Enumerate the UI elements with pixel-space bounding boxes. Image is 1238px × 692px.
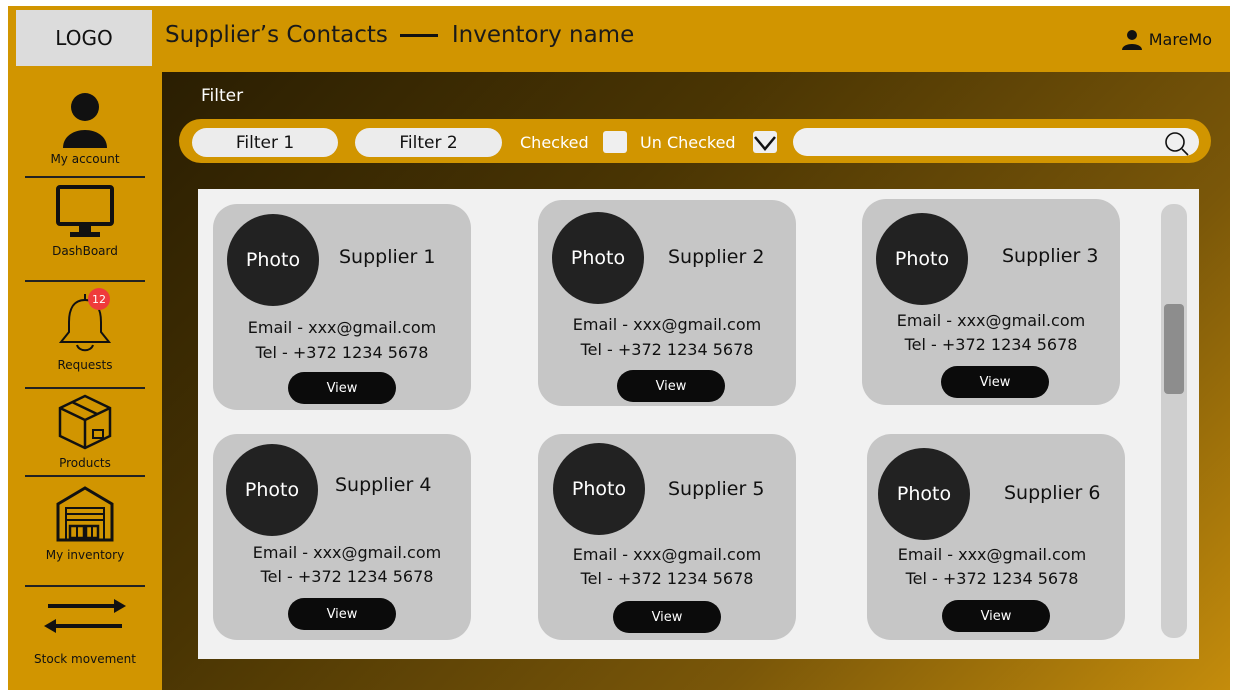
sidebar-item-products[interactable]: Products bbox=[16, 392, 154, 470]
supplier-phone: Tel - +372 1234 5678 bbox=[580, 569, 754, 588]
sidebar: My account DashBoard Requests 12 Product… bbox=[16, 74, 154, 690]
supplier-photo: Photo bbox=[552, 212, 644, 304]
filter-title: Filter bbox=[201, 86, 244, 106]
view-button[interactable]: View bbox=[288, 372, 396, 404]
supplier-photo: Photo bbox=[227, 214, 319, 306]
search-icon[interactable] bbox=[1163, 130, 1189, 156]
supplier-name: Supplier 1 bbox=[339, 246, 436, 268]
user-name: MareMo bbox=[1148, 29, 1212, 49]
supplier-email: Email - xxx@gmail.com bbox=[896, 311, 1086, 330]
sidebar-divider bbox=[25, 387, 145, 389]
sidebar-item-stock-movement[interactable]: Stock movement bbox=[16, 596, 154, 666]
supplier-phone: Tel - +372 1234 5678 bbox=[905, 569, 1079, 588]
supplier-phone: Tel - +372 1234 5678 bbox=[255, 343, 429, 362]
filter-1-button[interactable]: Filter 1 bbox=[192, 128, 338, 157]
view-button[interactable]: View bbox=[617, 370, 725, 402]
person-icon bbox=[63, 93, 107, 148]
checked-checkbox[interactable] bbox=[603, 131, 627, 153]
supplier-name: Supplier 2 bbox=[668, 246, 765, 268]
view-button[interactable]: View bbox=[942, 600, 1050, 632]
sidebar-item-label: Products bbox=[59, 456, 111, 470]
supplier-email: Email - xxx@gmail.com bbox=[572, 545, 762, 564]
logo[interactable]: LOGO bbox=[16, 10, 152, 66]
box-icon bbox=[58, 394, 112, 450]
filter-2-button[interactable]: Filter 2 bbox=[355, 128, 502, 157]
supplier-card: Photo Supplier 6 Email - xxx@gmail.com T… bbox=[867, 434, 1125, 640]
user-menu[interactable]: MareMo bbox=[1121, 28, 1212, 50]
inventory-name: Inventory name bbox=[451, 22, 635, 48]
scrollbar-thumb[interactable] bbox=[1164, 304, 1184, 394]
supplier-email: Email - xxx@gmail.com bbox=[247, 318, 437, 337]
supplier-name: Supplier 5 bbox=[668, 478, 765, 500]
unchecked-checkbox[interactable] bbox=[753, 131, 777, 153]
page-title: Supplier’s Contacts Inventory name bbox=[165, 22, 634, 48]
sidebar-item-my-inventory[interactable]: My inventory bbox=[16, 482, 154, 562]
monitor-icon bbox=[56, 185, 114, 237]
warehouse-icon bbox=[56, 486, 114, 542]
checkmark-icon bbox=[754, 136, 776, 151]
supplier-name: Supplier 6 bbox=[1004, 482, 1101, 504]
supplier-email: Email - xxx@gmail.com bbox=[897, 545, 1087, 564]
supplier-card: Photo Supplier 1 Email - xxx@gmail.com T… bbox=[213, 204, 471, 410]
supplier-phone: Tel - +372 1234 5678 bbox=[904, 335, 1078, 354]
supplier-phone: Tel - +372 1234 5678 bbox=[580, 340, 754, 359]
sidebar-item-label: My account bbox=[50, 152, 120, 166]
search-input[interactable] bbox=[793, 128, 1199, 156]
supplier-photo: Photo bbox=[553, 443, 645, 535]
sidebar-item-requests[interactable]: Requests bbox=[16, 292, 154, 372]
sidebar-divider bbox=[25, 475, 145, 477]
supplier-card: Photo Supplier 2 Email - xxx@gmail.com T… bbox=[538, 200, 796, 406]
arrows-icon bbox=[44, 599, 126, 633]
sidebar-item-label: My inventory bbox=[45, 548, 125, 562]
checked-label: Checked bbox=[520, 133, 589, 152]
requests-badge: 12 bbox=[88, 288, 110, 310]
supplier-photo: Photo bbox=[876, 213, 968, 305]
unchecked-label: Un Checked bbox=[640, 133, 736, 152]
supplier-email: Email - xxx@gmail.com bbox=[572, 315, 762, 334]
supplier-phone: Tel - +372 1234 5678 bbox=[260, 567, 434, 586]
sidebar-divider bbox=[25, 280, 145, 282]
supplier-card: Photo Supplier 3 Email - xxx@gmail.com T… bbox=[862, 199, 1120, 405]
page-title-section: Supplier’s Contacts bbox=[165, 22, 388, 48]
scrollbar[interactable] bbox=[1161, 204, 1187, 638]
sidebar-item-dashboard[interactable]: DashBoard bbox=[16, 184, 154, 258]
supplier-name: Supplier 4 bbox=[335, 474, 432, 496]
title-dash bbox=[399, 33, 438, 37]
sidebar-divider bbox=[25, 585, 145, 587]
supplier-email: Email - xxx@gmail.com bbox=[252, 543, 442, 562]
user-icon bbox=[1121, 30, 1142, 50]
sidebar-divider bbox=[25, 176, 145, 178]
sidebar-item-my-account[interactable]: My account bbox=[16, 88, 154, 166]
view-button[interactable]: View bbox=[941, 366, 1049, 398]
sidebar-item-label: DashBoard bbox=[52, 244, 118, 258]
view-button[interactable]: View bbox=[288, 598, 396, 630]
supplier-photo: Photo bbox=[878, 448, 970, 540]
view-button[interactable]: View bbox=[613, 601, 721, 633]
supplier-card: Photo Supplier 4 Email - xxx@gmail.com T… bbox=[213, 434, 471, 640]
supplier-photo: Photo bbox=[226, 444, 318, 536]
supplier-card: Photo Supplier 5 Email - xxx@gmail.com T… bbox=[538, 434, 796, 640]
sidebar-item-label: Requests bbox=[57, 358, 113, 372]
supplier-name: Supplier 3 bbox=[1002, 245, 1099, 267]
sidebar-item-label: Stock movement bbox=[34, 652, 136, 666]
